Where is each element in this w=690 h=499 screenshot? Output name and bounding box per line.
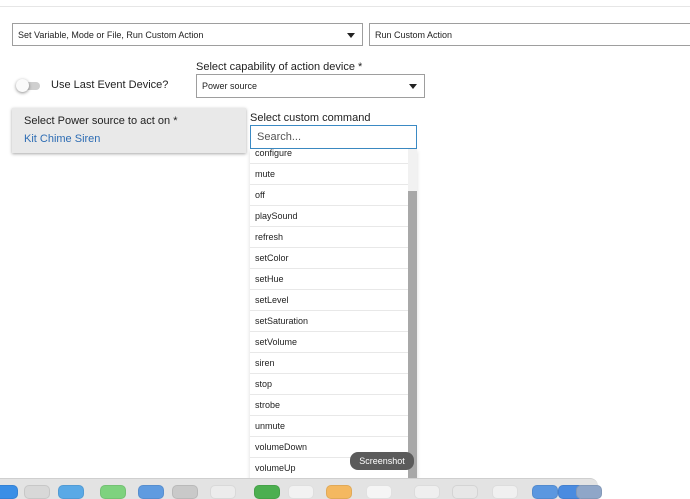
dock bbox=[0, 478, 602, 499]
launchpad-icon[interactable] bbox=[24, 485, 50, 499]
command-option[interactable]: setVolume bbox=[250, 332, 408, 353]
command-option[interactable]: setHue bbox=[250, 269, 408, 290]
action-select[interactable]: Run Custom Action bbox=[369, 23, 690, 46]
sheets-icon[interactable] bbox=[254, 485, 280, 499]
command-option[interactable]: off bbox=[250, 185, 408, 206]
command-option[interactable]: mute bbox=[250, 164, 408, 185]
command-option[interactable]: configure bbox=[250, 149, 408, 164]
custom-command-search-input[interactable] bbox=[250, 125, 417, 149]
custom-command-list-inner: configure mute off playSound refresh setColor… bbox=[250, 149, 408, 479]
safari-icon[interactable] bbox=[58, 485, 84, 499]
photos-icon[interactable] bbox=[326, 485, 352, 499]
app-store-icon[interactable] bbox=[452, 485, 478, 499]
command-option[interactable]: refresh bbox=[250, 227, 408, 248]
command-option[interactable]: playSound bbox=[250, 206, 408, 227]
notes-icon[interactable] bbox=[288, 485, 314, 499]
capability-label: Select capability of action device * bbox=[196, 61, 363, 73]
command-option[interactable]: strobe bbox=[250, 395, 408, 416]
mail-icon[interactable] bbox=[138, 485, 164, 499]
downloads-icon[interactable] bbox=[532, 485, 558, 499]
command-option[interactable]: stop bbox=[250, 374, 408, 395]
action-select-value: Run Custom Action bbox=[375, 29, 453, 40]
action-type-select[interactable]: Set Variable, Mode or File, Run Custom A… bbox=[12, 23, 363, 46]
command-option[interactable]: setColor bbox=[250, 248, 408, 269]
device-select-card[interactable]: Select Power source to act on * Kit Chim… bbox=[12, 108, 246, 153]
device-select-label: Select Power source to act on * bbox=[24, 115, 178, 127]
system-preferences-icon[interactable] bbox=[492, 485, 518, 499]
command-option[interactable]: siren bbox=[250, 353, 408, 374]
contacts-icon[interactable] bbox=[172, 485, 198, 499]
command-option[interactable]: setSaturation bbox=[250, 311, 408, 332]
custom-command-list: configure mute off playSound refresh setColor… bbox=[250, 149, 417, 479]
dock-icons bbox=[0, 485, 602, 499]
action-type-select-value: Set Variable, Mode or File, Run Custom A… bbox=[18, 29, 204, 40]
reminders-icon[interactable] bbox=[366, 485, 392, 499]
top-divider bbox=[0, 6, 690, 7]
chevron-down-icon bbox=[409, 84, 417, 89]
messages-icon[interactable] bbox=[100, 485, 126, 499]
music-icon[interactable] bbox=[414, 485, 440, 499]
device-select-value[interactable]: Kit Chime Siren bbox=[24, 133, 100, 145]
capability-select[interactable]: Power source bbox=[196, 74, 425, 98]
screenshot-tooltip: Screenshot bbox=[350, 452, 414, 470]
capability-select-value: Power source bbox=[202, 81, 258, 91]
command-option[interactable]: setLevel bbox=[250, 290, 408, 311]
chevron-down-icon bbox=[347, 32, 355, 38]
calendar-icon[interactable] bbox=[210, 485, 236, 499]
trash-icon[interactable] bbox=[576, 485, 602, 499]
finder-icon[interactable] bbox=[0, 485, 18, 499]
command-option[interactable]: unmute bbox=[250, 416, 408, 437]
custom-command-label: Select custom command bbox=[250, 112, 371, 124]
use-last-event-device-label: Use Last Event Device? bbox=[51, 79, 169, 91]
toggle-knob[interactable] bbox=[16, 79, 29, 92]
scrollbar-thumb[interactable] bbox=[408, 191, 417, 479]
